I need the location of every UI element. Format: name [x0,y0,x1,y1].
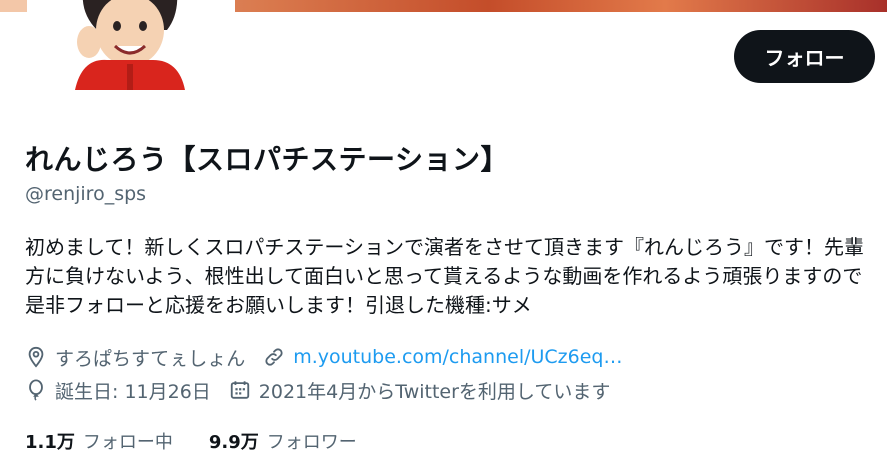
location-text: すろぱちすてぇしょん [55,347,246,370]
following-link[interactable]: 1.1万 フォロー中 [25,428,173,454]
profile-meta-row-1: すろぱちすてぇしょん m.youtube.com/channel/UCz6eq… [25,343,641,371]
calendar-icon [229,379,251,401]
followers-link[interactable]: 9.9万 フォロワー [209,428,357,454]
following-label: フォロー中 [82,432,173,453]
profile-bio: 初めまして！新しくスロパチステーションで演者をさせて頂きます『れんじろう』です！… [25,235,864,317]
location-item: すろぱちすてぇしょん [25,344,245,371]
display-name: れんじろう【スロパチステーション】 [25,143,509,176]
location-pin-icon [25,346,47,368]
profile-avatar[interactable] [27,0,235,90]
profile-meta-row-2: 誕生日: 11月26日 2021年4月からTwitterを利用しています [25,376,628,404]
follow-stats: 1.1万 フォロー中 9.9万 フォロワー [25,428,393,454]
website-link[interactable]: m.youtube.com/channel/UCz6eq… [293,346,622,368]
link-icon [263,346,285,368]
followers-count: 9.9万 [208,432,259,453]
followers-label: フォロワー [266,432,357,453]
banner-segment [0,0,27,12]
following-count: 1.1万 [25,432,75,453]
birthday-item: 誕生日: 11月26日 [25,377,211,404]
balloon-icon [25,379,47,401]
user-handle: @renjiro_sps [25,183,147,205]
birthday-text: 誕生日: 11月26日 [55,380,211,403]
joined-item: 2021年4月からTwitterを利用しています [229,377,611,404]
website-item[interactable]: m.youtube.com/channel/UCz6eq… [263,346,623,368]
follow-button[interactable]: フォロー [734,30,875,83]
joined-text: 2021年4月からTwitterを利用しています [258,380,611,403]
